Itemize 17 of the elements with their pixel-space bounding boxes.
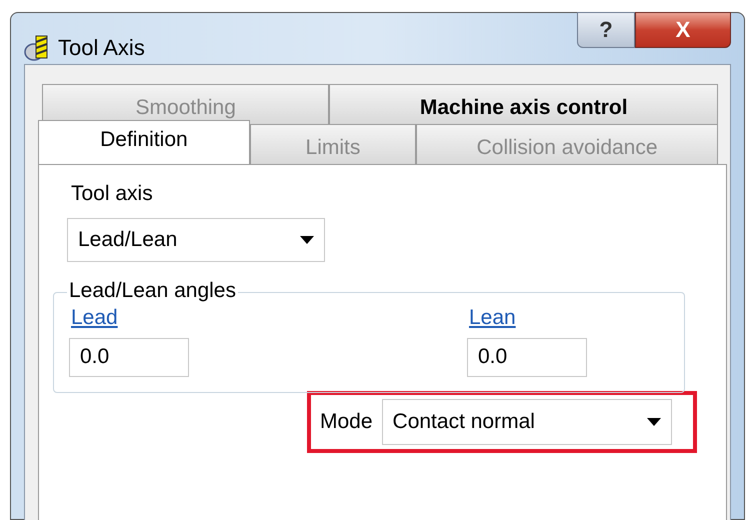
angle-field[interactable]: 0.0 — [467, 338, 587, 376]
tab[interactable]: Definition — [38, 120, 250, 164]
close-button[interactable]: X — [635, 12, 731, 48]
angle-link[interactable]: Lean — [469, 302, 516, 334]
angle-link[interactable]: Lead — [71, 302, 118, 334]
group-title: Lead/Lean angles — [67, 280, 238, 301]
help-button[interactable]: ? — [577, 12, 635, 48]
tool-axis-label: Tool axis — [71, 183, 154, 204]
mode-label: Mode — [320, 409, 373, 436]
tool-icon — [24, 34, 50, 62]
mode-dropdown[interactable]: Contact normal — [382, 399, 672, 445]
caret-icon — [300, 236, 314, 244]
caret-icon — [646, 418, 661, 426]
tab[interactable]: Machine axis control — [329, 84, 718, 124]
window-title: Tool Axis — [58, 34, 145, 62]
tool-axis-dropdown[interactable]: Lead/Lean — [67, 218, 325, 262]
angle-field[interactable]: 0.0 — [69, 338, 189, 376]
